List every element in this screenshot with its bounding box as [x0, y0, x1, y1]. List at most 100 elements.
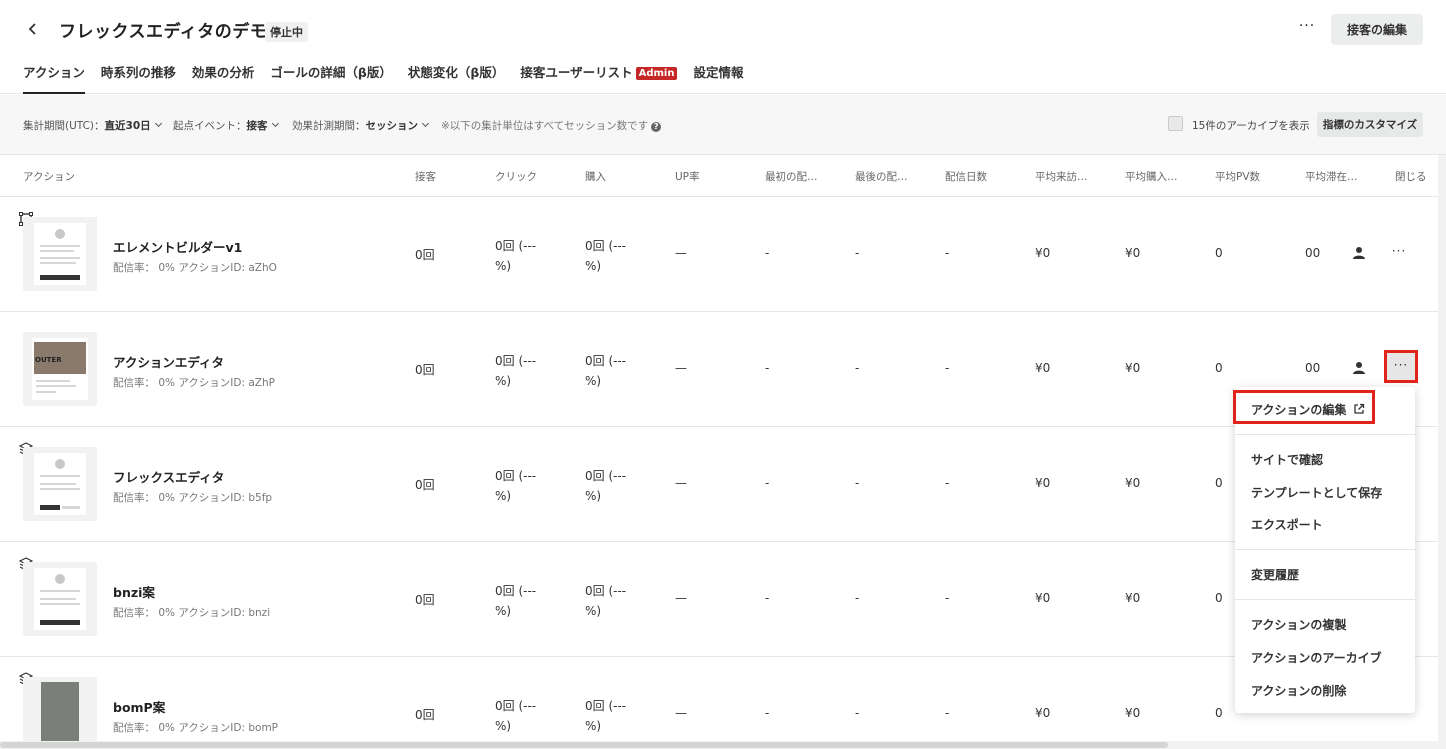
page-header: フレックスエディタのデモ 停止中 ··· 接客の編集 アクション 時系列の推移 … — [0, 0, 1446, 94]
col-header-last-delivery[interactable]: 最後の配… — [855, 169, 908, 184]
cell-clicks-value: 0回 (--- — [495, 699, 537, 713]
cell-first-delivery: - — [765, 361, 770, 375]
col-header-avg-visit[interactable]: 平均来訪… — [1035, 169, 1088, 184]
col-header-close[interactable]: 閉じる — [1395, 169, 1427, 184]
tab-actions[interactable]: アクション — [23, 62, 85, 94]
help-icon[interactable]: ? — [651, 122, 662, 132]
col-header-avg-pv[interactable]: 平均PV数 — [1215, 169, 1260, 184]
table-row[interactable]: OUTER アクションエディタ 配信率： 0% アクションID: aZhP 0回… — [0, 312, 1438, 427]
measure-filter[interactable]: 効果計測期間：セッション — [292, 118, 430, 133]
cell-avg-visit: ¥0 — [1035, 361, 1051, 375]
col-header-action[interactable]: アクション — [23, 169, 75, 184]
tab-label: ゴールの詳細（β版） — [270, 65, 392, 80]
menu-save-as-template[interactable]: テンプレートとして保存 — [1251, 484, 1382, 501]
action-thumbnail[interactable] — [23, 677, 97, 749]
action-context-menu: アクションの編集 サイトで確認 テンプレートとして保存 エクスポート 変更履歴 … — [1233, 387, 1415, 713]
more-options-button[interactable]: ··· — [1294, 18, 1320, 42]
cell-clicks-rate: %) — [495, 374, 512, 388]
col-header-impressions[interactable]: 接客 — [415, 169, 436, 184]
edit-campaign-button[interactable]: 接客の編集 — [1331, 14, 1423, 45]
cell-last-delivery: - — [855, 706, 860, 720]
vertical-scrollbar[interactable] — [1438, 155, 1446, 749]
menu-change-history[interactable]: 変更履歴 — [1251, 566, 1299, 583]
col-header-avg-stay[interactable]: 平均滞在… — [1305, 169, 1358, 184]
table-row[interactable]: フレックスエディタ 配信率： 0% アクションID: b5fp 0回 0回 (-… — [0, 427, 1438, 542]
col-header-clicks[interactable]: クリック — [495, 169, 537, 184]
cell-impressions: 0回 — [415, 708, 435, 722]
tab-state-change[interactable]: 状態変化（β版） — [408, 62, 504, 94]
cell-last-delivery: - — [855, 246, 860, 260]
cell-purchases-rate: %) — [585, 259, 602, 273]
tab-label: 設定情報 — [693, 65, 744, 80]
page-title: フレックスエディタのデモ — [59, 22, 268, 42]
tab-effect-analysis[interactable]: 効果の分析 — [192, 62, 255, 94]
cell-purchases: 0回 (---%) — [585, 236, 626, 276]
show-archive-checkbox[interactable] — [1168, 116, 1183, 131]
action-thumbnail[interactable] — [23, 217, 97, 291]
cell-clicks-value: 0回 (--- — [495, 354, 537, 368]
cell-purchases-value: 0回 (--- — [585, 584, 627, 598]
cell-avg-stay: 00 — [1305, 361, 1321, 375]
menu-edit-action[interactable]: アクションの編集 — [1251, 401, 1365, 418]
action-meta: 配信率： 0% アクションID: bomP — [113, 722, 279, 734]
tab-timeseries[interactable]: 時系列の推移 — [101, 62, 176, 94]
action-thumbnail[interactable] — [23, 562, 97, 636]
cell-clicks-value: 0回 (--- — [495, 584, 537, 598]
customize-metrics-button[interactable]: 指標のカスタマイズ — [1317, 112, 1423, 137]
show-archive-label: 15件のアーカイブを表示 — [1192, 120, 1310, 132]
event-filter[interactable]: 起点イベント：接客 — [173, 118, 279, 133]
col-header-delivery-days[interactable]: 配信日数 — [945, 169, 987, 184]
action-thumbnail[interactable] — [23, 447, 97, 521]
menu-divider — [1235, 549, 1415, 550]
row-more-button[interactable]: ··· — [1386, 240, 1412, 266]
cell-avg-visit: ¥0 — [1035, 476, 1051, 490]
filter-bar: 集計期間(UTC)：直近30日 起点イベント：接客 効果計測期間：セッション ※… — [0, 95, 1446, 155]
action-thumbnail[interactable]: OUTER — [23, 332, 97, 406]
cell-avg-purchase: ¥0 — [1125, 476, 1141, 490]
action-name[interactable]: bnzi案 — [113, 582, 155, 601]
menu-duplicate-action[interactable]: アクションの複製 — [1251, 616, 1346, 633]
action-name[interactable]: bomP案 — [113, 697, 165, 716]
period-filter-value: 直近30日 — [104, 120, 151, 132]
col-header-avg-purchase[interactable]: 平均購入… — [1125, 169, 1178, 184]
col-header-first-delivery[interactable]: 最初の配… — [765, 169, 818, 184]
menu-check-on-site[interactable]: サイトで確認 — [1251, 451, 1323, 468]
cell-last-delivery: - — [855, 591, 860, 605]
aggregation-note-text: ※以下の集計単位はすべてセッション数です — [441, 120, 649, 132]
cell-first-delivery: - — [765, 591, 770, 605]
horizontal-scrollbar-thumb[interactable] — [0, 742, 1168, 748]
cell-avg-purchase: ¥0 — [1125, 591, 1141, 605]
table-row[interactable]: エレメントビルダーv1 配信率： 0% アクションID: aZhO 0回 0回 … — [0, 197, 1438, 312]
cell-last-delivery: - — [855, 361, 860, 375]
measure-filter-value: セッション — [365, 120, 419, 132]
period-filter[interactable]: 集計期間(UTC)：直近30日 — [23, 118, 162, 133]
action-name[interactable]: エレメントビルダーv1 — [113, 237, 242, 256]
cell-delivery-days: - — [945, 476, 950, 490]
menu-export[interactable]: エクスポート — [1251, 516, 1323, 533]
menu-archive-action[interactable]: アクションのアーカイブ — [1251, 649, 1382, 666]
action-meta: 配信率： 0% アクションID: bnzi — [113, 607, 271, 619]
cell-purchases-rate: %) — [585, 604, 602, 618]
row-more-button[interactable]: ··· — [1384, 350, 1418, 383]
cell-purchases-rate: %) — [585, 719, 602, 733]
back-icon[interactable] — [22, 18, 44, 40]
action-name[interactable]: アクションエディタ — [113, 352, 224, 371]
menu-delete-action[interactable]: アクションの削除 — [1251, 682, 1346, 699]
menu-edit-label: アクションの編集 — [1251, 403, 1347, 417]
table-row[interactable]: bomP案 配信率： 0% アクションID: bomP 0回 0回 (---%)… — [0, 657, 1438, 749]
user-icon[interactable] — [1352, 361, 1366, 375]
table-row[interactable]: bnzi案 配信率： 0% アクションID: bnzi 0回 0回 (---%)… — [0, 542, 1438, 657]
cell-first-delivery: - — [765, 476, 770, 490]
chevron-down-icon — [271, 119, 279, 128]
col-header-uplift[interactable]: UP率 — [675, 169, 700, 184]
tab-label: 効果の分析 — [191, 65, 255, 80]
col-header-purchases[interactable]: 購入 — [585, 169, 606, 184]
cell-impressions: 0回 — [415, 593, 435, 607]
cell-delivery-days: - — [945, 246, 950, 260]
user-icon[interactable] — [1352, 246, 1366, 260]
tab-goal-details[interactable]: ゴールの詳細（β版） — [270, 62, 391, 94]
tab-user-list[interactable]: 接客ユーザーリスト Admin — [520, 62, 678, 94]
action-name[interactable]: フレックスエディタ — [113, 467, 224, 486]
cell-clicks: 0回 (---%) — [495, 466, 536, 506]
tab-settings[interactable]: 設定情報 — [693, 62, 743, 94]
